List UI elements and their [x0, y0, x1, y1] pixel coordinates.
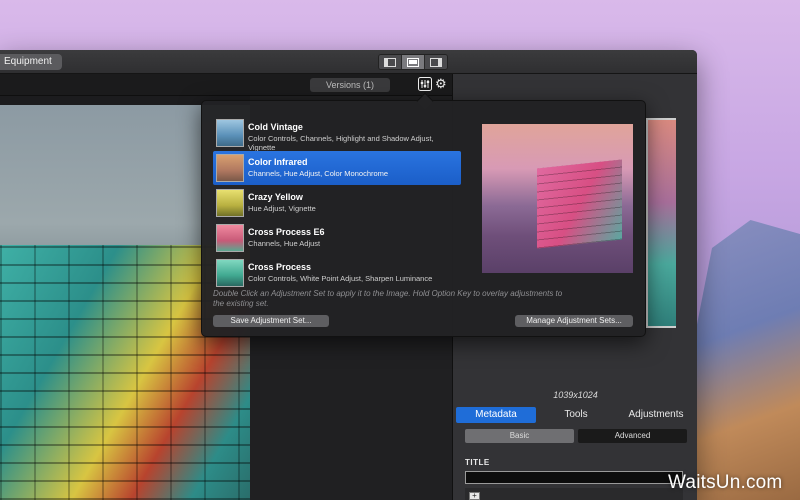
- desktop-wallpaper-mountain: [690, 220, 800, 500]
- title-input[interactable]: [465, 471, 683, 484]
- adjustment-preview-image: [482, 124, 633, 273]
- preview-graffiti-wall: [537, 159, 622, 249]
- location-map[interactable]: [465, 488, 683, 500]
- inspector-thumbnail: [646, 118, 676, 328]
- popover-hint-text: Double Click an Adjustment Set to apply …: [213, 289, 563, 308]
- preset-thumbnail: [216, 224, 244, 252]
- metadata-subtabs: Basic Advanced: [465, 429, 687, 443]
- inspector-tabs: Metadata Tools Adjustments: [456, 407, 696, 423]
- view-mode-segmented-control[interactable]: [378, 54, 448, 70]
- preset-description: Channels, Hue Adjust: [248, 239, 321, 248]
- sidebar-left-icon: [384, 57, 396, 67]
- preset-crazy-yellow[interactable]: Crazy Yellow Hue Adjust, Vignette: [213, 186, 461, 220]
- preset-thumbnail: [216, 189, 244, 217]
- preset-name: Cold Vintage: [248, 122, 303, 132]
- view-sidebar-right-button[interactable]: [425, 55, 447, 69]
- save-adjustment-set-button[interactable]: Save Adjustment Set...: [213, 315, 329, 327]
- view-single-button[interactable]: [402, 55, 425, 69]
- tab-metadata[interactable]: Metadata: [456, 407, 536, 423]
- manage-adjustment-sets-button[interactable]: Manage Adjustment Sets...: [515, 315, 633, 327]
- map-zoom-in-button[interactable]: +: [469, 492, 480, 500]
- adjustment-sliders-icon[interactable]: [418, 77, 432, 91]
- preset-color-infrared[interactable]: Color Infrared Channels, Hue Adjust, Col…: [213, 151, 461, 185]
- preset-thumbnail: [216, 259, 244, 287]
- versions-button[interactable]: Versions (1): [310, 78, 390, 92]
- single-view-icon: [407, 57, 419, 67]
- preset-description: Channels, Hue Adjust, Color Monochrome: [248, 169, 389, 178]
- watermark-text: WaitsUn.com: [668, 472, 783, 493]
- preset-thumbnail: [216, 119, 244, 147]
- preset-name: Crazy Yellow: [248, 192, 303, 202]
- view-sidebar-left-button[interactable]: [379, 55, 402, 69]
- preset-name: Cross Process: [248, 262, 312, 272]
- preset-cold-vintage[interactable]: Cold Vintage Color Controls, Channels, H…: [213, 116, 461, 152]
- equipment-button[interactable]: Equipment: [0, 54, 62, 70]
- tab-adjustments[interactable]: Adjustments: [616, 407, 696, 423]
- subtab-advanced[interactable]: Advanced: [578, 429, 687, 443]
- preset-description: Color Controls, White Point Adjust, Shar…: [248, 274, 433, 283]
- gear-icon[interactable]: ⚙: [435, 77, 447, 91]
- image-toolbar: Versions (1) ⚙: [0, 74, 452, 96]
- sidebar-right-icon: [430, 57, 442, 67]
- preset-description: Color Controls, Channels, Highlight and …: [248, 134, 434, 152]
- subtab-basic[interactable]: Basic: [465, 429, 574, 443]
- preset-thumbnail: [216, 154, 244, 182]
- adjustment-sets-popover: Cold Vintage Color Controls, Channels, H…: [201, 92, 646, 337]
- window-titlebar: Equipment: [0, 50, 697, 74]
- tab-tools[interactable]: Tools: [536, 407, 616, 423]
- preset-name: Color Infrared: [248, 157, 308, 167]
- preset-name: Cross Process E6: [248, 227, 325, 237]
- preset-cross-process[interactable]: Cross Process Color Controls, White Poin…: [213, 256, 461, 290]
- preset-cross-process-e6[interactable]: Cross Process E6 Channels, Hue Adjust: [213, 221, 461, 255]
- image-dimensions: 1039x1024: [553, 390, 598, 400]
- preset-description: Hue Adjust, Vignette: [248, 204, 316, 213]
- title-label: TITLE: [465, 458, 490, 467]
